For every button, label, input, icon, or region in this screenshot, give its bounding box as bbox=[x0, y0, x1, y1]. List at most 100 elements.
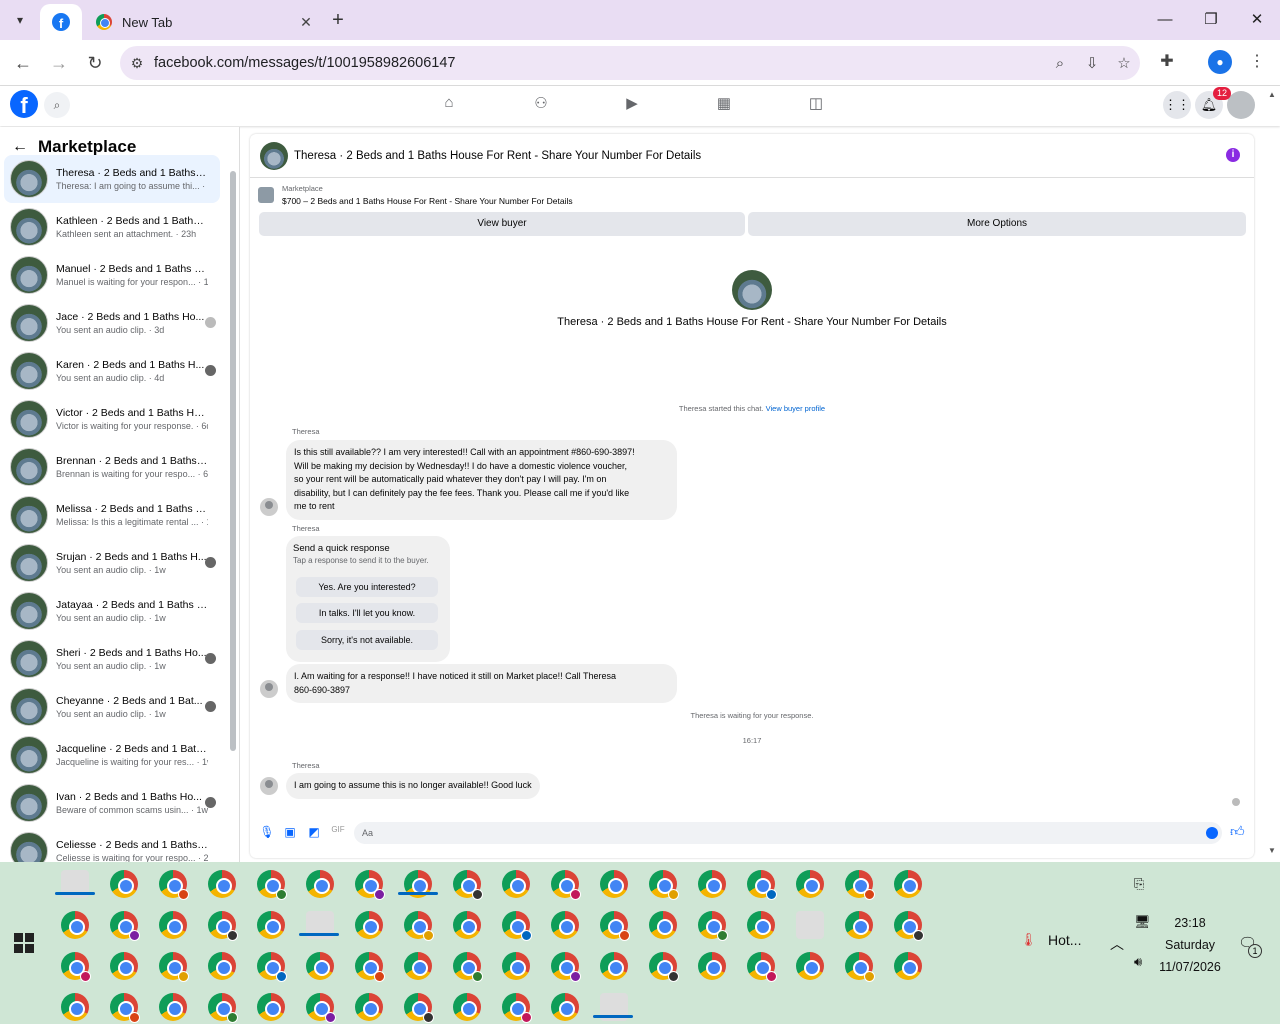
back-button[interactable]: ← bbox=[8, 48, 38, 78]
scroll-down-icon[interactable]: ▼ bbox=[1268, 846, 1276, 855]
chrome-taskbar-icon[interactable] bbox=[208, 911, 238, 941]
conversation-item[interactable]: Ivan · 2 Beds and 1 Baths Ho... Beware of… bbox=[4, 779, 220, 827]
account-avatar[interactable] bbox=[1227, 91, 1255, 119]
chrome-taskbar-icon[interactable] bbox=[502, 993, 532, 1023]
conversation-item[interactable]: Brennan · 2 Beds and 1 Baths H... Brennan… bbox=[4, 443, 220, 491]
chrome-taskbar-icon[interactable] bbox=[453, 870, 483, 900]
chrome-taskbar-icon[interactable] bbox=[257, 993, 285, 1021]
chrome-taskbar-icon[interactable] bbox=[747, 911, 775, 939]
install-app-icon[interactable]: ⇩ bbox=[1076, 54, 1108, 72]
friends-icon[interactable]: ⚇ bbox=[527, 94, 555, 116]
chrome-taskbar-icon[interactable] bbox=[551, 952, 581, 982]
conversation-item[interactable]: Srujan · 2 Beds and 1 Baths H... You sent… bbox=[4, 539, 220, 587]
zoom-icon[interactable]: ⌕ bbox=[1044, 55, 1076, 72]
search-icon[interactable]: ⌕ bbox=[44, 92, 70, 118]
chrome-taskbar-icon[interactable] bbox=[649, 911, 677, 939]
chrome-taskbar-icon[interactable] bbox=[159, 870, 189, 900]
sender-avatar[interactable] bbox=[260, 777, 278, 795]
chrome-taskbar-icon[interactable] bbox=[257, 911, 285, 939]
chrome-taskbar-icon[interactable] bbox=[159, 952, 189, 982]
emoji-icon[interactable] bbox=[1206, 827, 1218, 839]
menu-grid-icon[interactable]: ⋮⋮ bbox=[1163, 91, 1191, 119]
chrome-taskbar-icon[interactable] bbox=[551, 993, 579, 1021]
meet-now-icon[interactable]: ⎘ bbox=[1134, 876, 1144, 892]
chrome-taskbar-icon[interactable] bbox=[698, 911, 728, 941]
chrome-taskbar-icon[interactable] bbox=[747, 870, 777, 900]
facebook-logo-icon[interactable]: f bbox=[10, 90, 38, 118]
chrome-taskbar-icon[interactable] bbox=[61, 952, 91, 982]
chrome-taskbar-icon[interactable] bbox=[355, 993, 383, 1021]
chrome-taskbar-icon[interactable] bbox=[894, 870, 922, 898]
message-bubble[interactable]: I. Am waiting for a response!! I have no… bbox=[286, 664, 677, 703]
chrome-taskbar-icon[interactable] bbox=[110, 911, 140, 941]
chrome-taskbar-icon[interactable] bbox=[502, 911, 532, 941]
chrome-taskbar-icon[interactable] bbox=[159, 993, 187, 1021]
chrome-taskbar-icon[interactable] bbox=[306, 952, 334, 980]
chrome-taskbar-icon[interactable] bbox=[698, 952, 726, 980]
conversation-item[interactable]: Victor · 2 Beds and 1 Baths Hou... Victor… bbox=[4, 395, 220, 443]
quick-reply-yes-button[interactable]: Yes. Are you interested? bbox=[296, 577, 438, 597]
chrome-taskbar-icon[interactable] bbox=[600, 870, 628, 898]
conversation-item[interactable]: Cheyanne · 2 Beds and 1 Bat... You sent a… bbox=[4, 683, 220, 731]
chrome-taskbar-icon[interactable] bbox=[551, 911, 579, 939]
microphone-icon[interactable]: 🎙︎ bbox=[258, 825, 276, 843]
sticker-icon[interactable]: ◩ bbox=[305, 825, 323, 843]
tray-chevron-icon[interactable]: ︿ bbox=[1110, 934, 1124, 954]
quick-reply-not-available-button[interactable]: Sorry, it's not available. bbox=[296, 630, 438, 650]
close-window-button[interactable]: ✕ bbox=[1234, 6, 1280, 34]
tab-facebook[interactable]: f bbox=[40, 4, 82, 40]
address-bar[interactable]: ⚙ facebook.com/messages/t/10019589826061… bbox=[120, 46, 1140, 80]
marketplace-icon[interactable]: ▦ bbox=[710, 94, 738, 116]
forward-button[interactable]: → bbox=[44, 48, 74, 78]
conversation-item[interactable]: Jacqueline · 2 Beds and 1 Baths... Jacque… bbox=[4, 731, 220, 779]
chrome-taskbar-icon[interactable] bbox=[453, 952, 483, 982]
chrome-taskbar-icon[interactable] bbox=[257, 952, 287, 982]
video-icon[interactable]: ▶ bbox=[618, 94, 646, 116]
site-info-icon[interactable]: ⚙ bbox=[120, 55, 154, 72]
chrome-taskbar-icon[interactable] bbox=[845, 952, 875, 982]
minimize-button[interactable]: — bbox=[1142, 6, 1188, 34]
page-scrollbar[interactable]: ▲ ▼ bbox=[1266, 86, 1280, 862]
chrome-taskbar-icon[interactable] bbox=[747, 952, 777, 982]
chrome-taskbar-icon[interactable] bbox=[61, 993, 89, 1021]
sender-avatar[interactable] bbox=[260, 498, 278, 516]
chrome-taskbar-icon[interactable] bbox=[110, 870, 138, 898]
message-bubble[interactable]: I am going to assume this is no longer a… bbox=[286, 773, 540, 799]
chrome-taskbar-icon[interactable] bbox=[208, 952, 236, 980]
chrome-taskbar-icon[interactable] bbox=[404, 952, 432, 980]
listing-title[interactable]: $700 – 2 Beds and 1 Baths House For Rent… bbox=[282, 196, 573, 206]
chrome-taskbar-icon[interactable] bbox=[453, 911, 481, 939]
chrome-taskbar-icon[interactable] bbox=[600, 952, 628, 980]
scroll-up-icon[interactable]: ▲ bbox=[1268, 90, 1276, 99]
chrome-taskbar-icon[interactable] bbox=[845, 911, 873, 939]
chrome-taskbar-icon[interactable] bbox=[600, 911, 630, 941]
chrome-taskbar-icon[interactable] bbox=[61, 911, 89, 939]
sidebar-scrollbar[interactable] bbox=[230, 171, 236, 751]
chrome-taskbar-icon[interactable] bbox=[551, 870, 581, 900]
view-buyer-button[interactable]: View buyer bbox=[259, 212, 745, 236]
chrome-taskbar-icon[interactable] bbox=[698, 870, 726, 898]
bookmark-star-icon[interactable]: ☆ bbox=[1108, 54, 1140, 72]
buyer-avatar[interactable] bbox=[732, 270, 772, 310]
reload-button[interactable]: ↻ bbox=[80, 48, 110, 78]
thumbs-up-icon[interactable]: 👍︎ bbox=[1230, 823, 1245, 840]
gaming-icon[interactable]: ◫ bbox=[802, 94, 830, 116]
photo-icon[interactable]: ▣ bbox=[281, 825, 299, 843]
chrome-taskbar-icon[interactable] bbox=[502, 952, 530, 980]
chrome-taskbar-icon[interactable] bbox=[453, 993, 481, 1021]
conversation-item[interactable]: Kathleen · 2 Beds and 1 Baths H... Kathle… bbox=[4, 203, 220, 251]
network-icon[interactable]: 🖥︎ bbox=[1134, 914, 1151, 930]
windows-start-icon[interactable] bbox=[14, 933, 34, 953]
conversation-item[interactable]: Celiesse · 2 Beds and 1 Baths H... Celies… bbox=[4, 827, 220, 862]
chrome-taskbar-icon[interactable] bbox=[159, 911, 187, 939]
chrome-taskbar-icon[interactable] bbox=[404, 911, 434, 941]
chrome-taskbar-icon[interactable] bbox=[306, 870, 334, 898]
menu-kebab-icon[interactable]: ⋮ bbox=[1244, 51, 1270, 75]
chat-title[interactable]: Theresa · 2 Beds and 1 Baths House For R… bbox=[294, 150, 701, 162]
chrome-taskbar-icon[interactable] bbox=[355, 952, 385, 982]
gif-icon[interactable]: GIF bbox=[329, 825, 347, 843]
chrome-taskbar-icon[interactable] bbox=[649, 952, 679, 982]
close-tab-icon[interactable]: ✕ bbox=[296, 14, 316, 31]
conversation-item[interactable]: Manuel · 2 Beds and 1 Baths H... Manuel i… bbox=[4, 251, 220, 299]
system-clock[interactable]: 23:18 Saturday 11/07/2026 bbox=[1150, 912, 1230, 978]
